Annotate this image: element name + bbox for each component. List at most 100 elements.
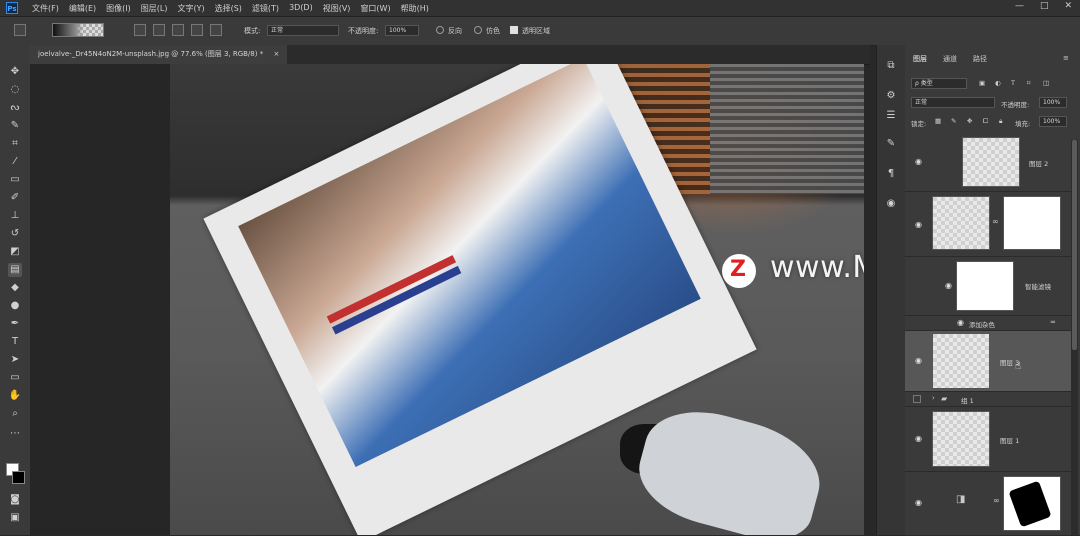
layer-row-selected[interactable]: ◉ 图层 3 ☝ <box>905 331 1071 392</box>
document-canvas[interactable]: Z www.MacZ.com <box>30 64 864 535</box>
crop-tool-icon[interactable]: ⌗ <box>8 137 22 151</box>
properties-panel-icon[interactable]: ☰ <box>884 109 898 123</box>
layer-row[interactable]: ◉ ◨ ∞ <box>905 472 1071 536</box>
menu-help[interactable]: 帮助(H) <box>401 3 429 14</box>
visibility-eye-icon[interactable]: ◉ <box>915 434 922 443</box>
radial-gradient-icon[interactable] <box>153 24 165 36</box>
layer-row[interactable]: ◉ 图层 1 <box>905 407 1071 472</box>
link-chain-icon[interactable]: ∞ <box>992 217 999 226</box>
menu-image[interactable]: 图像(I) <box>106 3 131 14</box>
visibility-eye-icon[interactable]: ◉ <box>915 498 922 507</box>
layer-mask-thumbnail[interactable] <box>1003 196 1061 250</box>
layer-kind-filter[interactable]: ρ 类型 <box>911 78 967 89</box>
brush-tool-icon[interactable]: ✐ <box>8 191 22 205</box>
background-color-swatch[interactable] <box>12 471 25 484</box>
smart-filter-label[interactable]: 智能滤镜 <box>1025 281 1051 291</box>
filter-type-icon[interactable]: T <box>1011 79 1015 87</box>
tab-layers[interactable]: 图层 <box>913 54 927 64</box>
angle-gradient-icon[interactable] <box>172 24 184 36</box>
zoom-tool-icon[interactable]: ⌕ <box>8 407 22 421</box>
blur-tool-icon[interactable]: ◆ <box>8 281 22 295</box>
layer-name[interactable]: 图层 1 <box>1000 435 1019 445</box>
more-tools-icon[interactable]: ⋯ <box>8 427 22 441</box>
lock-transparent-icon[interactable]: ▦ <box>935 117 941 125</box>
styles-panel-icon[interactable]: ◉ <box>884 197 898 211</box>
menu-view[interactable]: 视图(V) <box>323 3 351 14</box>
layer-row[interactable]: ◉ ∞ <box>905 192 1071 257</box>
healing-brush-tool-icon[interactable]: ▭ <box>8 173 22 187</box>
menu-edit[interactable]: 编辑(E) <box>69 3 96 14</box>
visibility-eye-icon[interactable]: ◉ <box>915 157 922 166</box>
lock-all-icon[interactable]: 🔒︎ <box>999 117 1002 126</box>
quick-select-tool-icon[interactable]: ✎ <box>8 119 22 133</box>
filter-effect-row[interactable]: ◉ 添加杂色 ≂ <box>905 316 1071 331</box>
visibility-eye-icon[interactable]: ◉ <box>945 281 952 290</box>
mode-select[interactable]: 正常 <box>267 25 339 36</box>
tab-close-icon[interactable]: × <box>273 50 279 58</box>
menu-window[interactable]: 窗口(W) <box>360 3 390 14</box>
diamond-gradient-icon[interactable] <box>210 24 222 36</box>
tab-channels[interactable]: 通道 <box>943 54 957 64</box>
filter-smart-object-icon[interactable]: ◫ <box>1043 79 1049 87</box>
lock-artboard-icon[interactable]: ⧠ <box>983 117 988 126</box>
smart-filter-row[interactable]: ◉ 智能滤镜 <box>905 257 1071 316</box>
group-name[interactable]: 组 1 <box>961 395 974 405</box>
document-tab[interactable]: joelvalve-_Dr45N4oN2M-unsplash.jpg @ 77.… <box>30 45 288 64</box>
lock-position-icon[interactable]: ✥ <box>967 117 972 125</box>
filter-options-icon[interactable]: ≂ <box>1050 318 1056 326</box>
dodge-tool-icon[interactable]: ● <box>8 299 22 313</box>
chevron-right-icon[interactable]: › <box>932 394 935 402</box>
reflected-gradient-icon[interactable] <box>191 24 203 36</box>
opacity-input[interactable]: 100% <box>385 25 419 36</box>
visibility-eye-icon[interactable]: ◉ <box>957 318 964 327</box>
visibility-eye-icon[interactable]: ◉ <box>915 220 922 229</box>
menu-type[interactable]: 文字(Y) <box>177 3 204 14</box>
filter-pixel-icon[interactable]: ▣ <box>979 79 985 87</box>
menu-layer[interactable]: 图层(L) <box>141 3 168 14</box>
screen-mode-icon[interactable]: ▣ <box>8 511 22 525</box>
lasso-tool-icon[interactable]: ᔓ <box>8 101 22 115</box>
menu-filter[interactable]: 滤镜(T) <box>252 3 279 14</box>
maximize-button[interactable]: □ <box>1040 1 1049 11</box>
history-panel-icon[interactable]: ⧉ <box>884 59 898 73</box>
type-tool-icon[interactable]: T <box>8 335 22 349</box>
layer-mask-thumbnail[interactable] <box>1003 476 1061 531</box>
transparency-checkbox[interactable] <box>510 26 518 34</box>
move-tool-icon[interactable]: ✥ <box>8 65 22 79</box>
layers-scrollbar[interactable] <box>1071 140 1078 535</box>
layers-scroll-thumb[interactable] <box>1072 140 1077 350</box>
path-selection-tool-icon[interactable]: ➤ <box>8 353 22 367</box>
panel-menu-icon[interactable]: ≡ <box>1063 54 1069 62</box>
marquee-tool-icon[interactable]: ◌ <box>8 83 22 97</box>
layer-row[interactable]: ◉ 图层 2 <box>905 133 1071 192</box>
menu-file[interactable]: 文件(F) <box>32 3 59 14</box>
paragraph-panel-icon[interactable]: ¶ <box>884 167 898 181</box>
layer-opacity-input[interactable]: 100% <box>1039 97 1067 108</box>
blend-mode-select[interactable]: 正常 <box>911 97 995 108</box>
tab-paths[interactable]: 路径 <box>973 54 987 64</box>
gradient-tool-preset-icon[interactable] <box>14 24 26 36</box>
layer-name[interactable]: 图层 2 <box>1029 158 1048 168</box>
link-chain-icon[interactable]: ∞ <box>993 496 1000 505</box>
visibility-empty-box[interactable] <box>913 395 921 403</box>
linear-gradient-icon[interactable] <box>134 24 146 36</box>
clone-stamp-tool-icon[interactable]: ⊥ <box>8 209 22 223</box>
filter-adjustment-icon[interactable]: ◐ <box>995 79 1001 87</box>
group-row[interactable]: › ▰ 组 1 <box>905 392 1071 407</box>
filter-shape-icon[interactable]: ⌑ <box>1027 79 1030 87</box>
brush-panel-icon[interactable]: ✎ <box>884 137 898 151</box>
close-button[interactable]: ✕ <box>1064 1 1072 11</box>
pen-tool-icon[interactable]: ✒ <box>8 317 22 331</box>
gradient-tool-icon[interactable]: ▤ <box>8 263 22 277</box>
menu-3d[interactable]: 3D(D) <box>289 3 313 14</box>
history-brush-tool-icon[interactable]: ↺ <box>8 227 22 241</box>
rectangle-tool-icon[interactable]: ▭ <box>8 371 22 385</box>
gradient-picker[interactable] <box>52 23 104 37</box>
fill-input[interactable]: 100% <box>1039 116 1067 127</box>
reverse-checkbox[interactable] <box>436 26 444 34</box>
hand-tool-icon[interactable]: ✋ <box>8 389 22 403</box>
visibility-eye-icon[interactable]: ◉ <box>915 356 922 365</box>
quick-mask-icon[interactable]: ◙ <box>8 493 22 507</box>
adjustments-panel-icon[interactable]: ⚙ <box>884 89 898 103</box>
lock-image-icon[interactable]: ✎ <box>951 117 956 125</box>
